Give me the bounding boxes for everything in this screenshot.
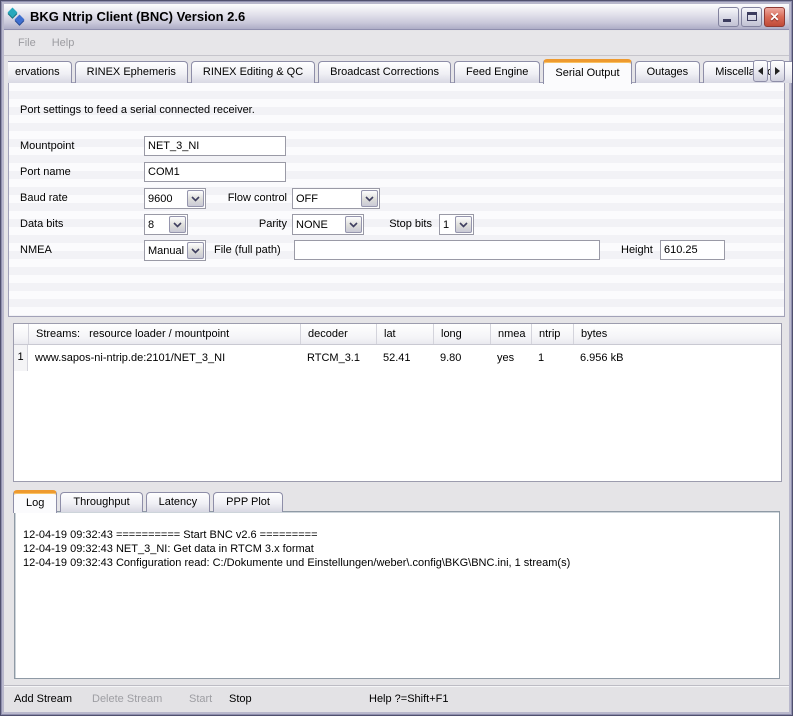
port-name-input[interactable] [144,162,286,182]
bottom-tabbar: Log Throughput Latency PPP Plot [13,489,286,512]
chevron-down-icon[interactable] [187,190,204,207]
tab-feed-engine[interactable]: Feed Engine [454,61,540,83]
pane-description: Port settings to feed a serial connected… [20,104,255,116]
cell-ntrip: 1 [531,352,573,364]
cell-mountpoint: www.sapos-ni-ntrip.de:2101/NET_3_NI [28,352,300,364]
nmea-select[interactable]: Manual [144,240,206,261]
streams-table-header: Streams: resource loader / mountpoint de… [14,324,781,345]
bottom-toolbar: Add Stream Delete Stream Start Stop Help… [4,686,789,712]
close-button[interactable]: ✕ [764,7,785,27]
header-nmea: nmea [490,324,531,344]
file-path-label: File (full path) [214,244,281,256]
menubar: File Help [4,31,789,56]
menu-file[interactable]: File [10,34,44,52]
height-label: Height [621,244,653,256]
arrow-left-icon [758,67,763,75]
app-window: BKG Ntrip Client (BNC) Version 2.6 ✕ Fil… [0,0,793,716]
flow-control-select[interactable]: OFF [292,188,380,209]
cell-lat: 52.41 [376,352,433,364]
stop-button[interactable]: Stop [229,693,252,705]
height-input[interactable] [660,240,725,260]
tab-observations[interactable]: ervations [8,61,72,83]
baud-rate-select[interactable]: 9600 [144,188,206,209]
tab-scroll-right-button[interactable] [770,60,785,82]
window-title: BKG Ntrip Client (BNC) Version 2.6 [30,9,718,24]
data-bits-label: Data bits [20,218,63,230]
log-line: 12-04-19 09:32:43 Configuration read: C:… [23,556,771,570]
file-path-input[interactable] [294,240,600,260]
chevron-down-icon[interactable] [455,216,472,233]
tab-ppp-plot[interactable]: PPP Plot [213,492,283,512]
header-lat: lat [376,324,433,344]
help-shortcut-label: Help ?=Shift+F1 [369,693,449,705]
log-line: 12-04-19 09:32:43 NET_3_NI: Get data in … [23,542,771,556]
minimize-icon [723,19,731,22]
delete-stream-button[interactable]: Delete Stream [92,693,162,705]
maximize-button[interactable] [741,7,762,27]
cell-decoder: RTCM_3.1 [300,352,376,364]
app-icon [8,8,25,25]
header-long: long [433,324,490,344]
row-number: 1 [14,345,28,371]
baud-rate-label: Baud rate [20,192,68,204]
streams-table: Streams: resource loader / mountpoint de… [13,323,782,482]
tab-scroll-left-button[interactable] [753,60,768,82]
mountpoint-label: Mountpoint [20,140,74,152]
tab-rinex-editing-qc[interactable]: RINEX Editing & QC [191,61,315,83]
start-button[interactable]: Start [189,693,212,705]
add-stream-button[interactable]: Add Stream [14,693,72,705]
close-icon: ✕ [769,11,779,23]
tab-rinex-ephemeris[interactable]: RINEX Ephemeris [75,61,188,83]
nmea-label: NMEA [20,244,52,256]
minimize-button[interactable] [718,7,739,27]
arrow-right-icon [775,67,780,75]
chevron-down-icon[interactable] [361,190,378,207]
header-mountpoint: Streams: resource loader / mountpoint [28,324,300,344]
titlebar: BKG Ntrip Client (BNC) Version 2.6 ✕ [4,4,789,30]
chevron-down-icon[interactable] [187,242,204,259]
tab-log[interactable]: Log [13,490,57,513]
menu-help[interactable]: Help [44,34,83,52]
main-tabbar: ervations RINEX Ephemeris RINEX Editing … [8,58,785,83]
stop-bits-label: Stop bits [375,218,432,230]
table-row[interactable]: 1 www.sapos-ni-ntrip.de:2101/NET_3_NI RT… [14,345,781,371]
mountpoint-input[interactable] [144,136,286,156]
parity-select[interactable]: NONE [292,214,364,235]
cell-bytes: 6.956 kB [573,352,781,364]
header-bytes: bytes [573,324,781,344]
serial-output-pane: Port settings to feed a serial connected… [8,82,785,317]
maximize-icon [747,12,757,21]
port-name-label: Port name [20,166,71,178]
chevron-down-icon[interactable] [169,216,186,233]
header-ntrip: ntrip [531,324,573,344]
cell-nmea: yes [490,352,531,364]
chevron-down-icon[interactable] [345,216,362,233]
flow-control-label: Flow control [207,192,287,204]
stop-bits-select[interactable]: 1 [439,214,474,235]
tab-latency[interactable]: Latency [146,492,211,512]
tab-throughput[interactable]: Throughput [60,492,142,512]
cell-long: 9.80 [433,352,490,364]
tab-outages[interactable]: Outages [635,61,701,83]
log-output[interactable]: 12-04-19 09:32:43 ========== Start BNC v… [14,511,780,679]
log-line: 12-04-19 09:32:43 ========== Start BNC v… [23,528,771,542]
data-bits-select[interactable]: 8 [144,214,188,235]
header-decoder: decoder [300,324,376,344]
tab-serial-output[interactable]: Serial Output [543,59,631,84]
parity-label: Parity [207,218,287,230]
tab-broadcast-corrections[interactable]: Broadcast Corrections [318,61,451,83]
header-rownum [14,324,28,344]
